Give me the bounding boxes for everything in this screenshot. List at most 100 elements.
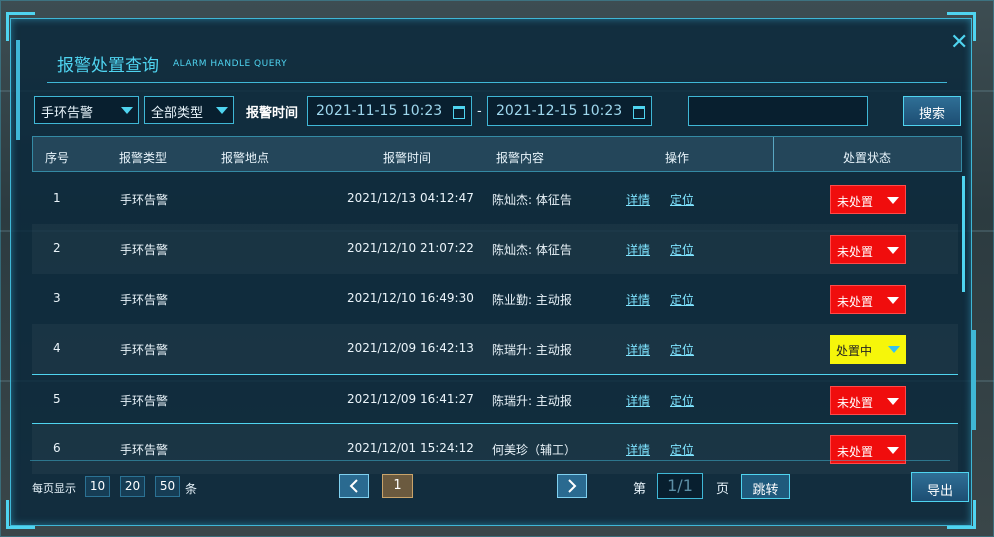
status-value: 未处置 <box>837 295 874 309</box>
alarm-time-label: 报警时间 <box>246 106 299 121</box>
detail-link[interactable]: 详情 <box>626 241 650 258</box>
page-size-50[interactable]: 50 <box>155 476 180 497</box>
cell-index: 5 <box>53 392 61 406</box>
header-content: 报警内容 <box>496 151 545 165</box>
locate-link[interactable]: 定位 <box>670 291 694 308</box>
detail-link[interactable]: 详情 <box>626 392 650 409</box>
status-value: 未处置 <box>837 195 874 209</box>
frame-corner <box>947 500 976 529</box>
detail-link[interactable]: 详情 <box>626 441 650 458</box>
header-actions: 操作 <box>665 151 690 165</box>
dialog-header: 报警处置查询 ALARM HANDLE QUERY <box>47 48 947 83</box>
frame-corner <box>6 500 35 529</box>
table-row[interactable]: 6 手环告警 2021/12/01 15:24:12 何美珍（辅工） 详情 定位… <box>32 424 958 474</box>
cell-index: 6 <box>53 441 61 455</box>
date-separator: - <box>477 104 482 119</box>
locate-link[interactable]: 定位 <box>670 191 694 208</box>
cell-content: 陈瑞升: 主动报 <box>492 394 572 408</box>
cell-time: 2021/12/10 21:07:22 <box>347 241 474 255</box>
chevron-down-icon <box>216 107 228 114</box>
alarm-type-value: 全部类型 <box>151 106 204 121</box>
header-index: 序号 <box>45 151 70 165</box>
table-row[interactable]: 2 手环告警 2021/12/10 21:07:22 陈灿杰: 体征告 详情 定… <box>32 224 958 274</box>
alarm-type-select[interactable]: 全部类型 <box>144 96 234 124</box>
cell-content: 陈灿杰: 体征告 <box>492 193 572 207</box>
page-prefix: 第 <box>633 482 647 497</box>
status-select[interactable]: 未处置 <box>830 235 906 264</box>
cell-time: 2021/12/13 04:12:47 <box>347 191 474 205</box>
cell-index: 2 <box>53 241 61 255</box>
locate-link[interactable]: 定位 <box>670 341 694 358</box>
per-page-unit: 条 <box>185 482 198 496</box>
table-row[interactable]: 4 手环告警 2021/12/09 16:42:13 陈瑞升: 主动报 详情 定… <box>32 324 958 374</box>
close-icon[interactable]: ✕ <box>950 32 968 54</box>
status-value: 处置中 <box>836 344 873 358</box>
status-select[interactable]: 未处置 <box>830 285 906 314</box>
chevron-left-icon <box>349 479 358 493</box>
prev-page-button[interactable] <box>339 474 369 498</box>
status-value: 未处置 <box>837 396 874 410</box>
cell-time: 2021/12/01 15:24:12 <box>347 441 474 455</box>
cell-index: 4 <box>53 341 61 355</box>
table-row[interactable]: 1 手环告警 2021/12/13 04:12:47 陈灿杰: 体征告 详情 定… <box>32 174 958 224</box>
cell-type: 手环告警 <box>120 193 169 207</box>
locate-link[interactable]: 定位 <box>670 392 694 409</box>
cell-content: 陈瑞升: 主动报 <box>492 343 572 357</box>
calendar-icon <box>633 106 645 119</box>
status-select[interactable]: 未处置 <box>830 185 906 214</box>
status-select[interactable]: 未处置 <box>830 386 906 415</box>
chevron-down-icon <box>888 346 900 353</box>
per-page-label: 每页显示 <box>32 482 76 495</box>
header-status: 处置状态 <box>843 151 892 165</box>
table-row[interactable]: 3 手环告警 2021/12/10 16:49:30 陈业勤: 主动报 详情 定… <box>32 274 958 324</box>
device-type-select[interactable]: 手环告警 <box>34 96 139 124</box>
end-time-input[interactable]: 2021-12-15 10:23 <box>487 96 652 126</box>
header-type: 报警类型 <box>119 151 168 165</box>
cell-type: 手环告警 <box>120 243 169 257</box>
cell-type: 手环告警 <box>120 293 169 307</box>
cell-time: 2021/12/09 16:41:27 <box>347 392 474 406</box>
frame-side-bar <box>16 40 20 140</box>
dialog-title: 报警处置查询 <box>57 56 159 76</box>
frame-corner <box>6 12 35 41</box>
detail-link[interactable]: 详情 <box>626 291 650 308</box>
table-row[interactable]: 5 手环告警 2021/12/09 16:41:27 陈瑞升: 主动报 详情 定… <box>32 374 958 424</box>
status-select[interactable]: 处置中 <box>830 335 906 364</box>
current-page-button[interactable]: 1 <box>382 474 413 498</box>
cell-type: 手环告警 <box>120 394 169 408</box>
chevron-down-icon <box>887 247 899 254</box>
cell-index: 1 <box>53 191 61 205</box>
cell-type: 手环告警 <box>120 443 169 457</box>
table-header: 序号 报警类型 报警地点 报警时间 报警内容 操作 处置状态 <box>32 136 962 172</box>
header-time: 报警时间 <box>383 151 432 165</box>
chevron-down-icon <box>887 297 899 304</box>
dialog-subtitle: ALARM HANDLE QUERY <box>173 59 288 69</box>
search-button[interactable]: 搜索 <box>903 96 961 126</box>
detail-link[interactable]: 详情 <box>626 191 650 208</box>
device-type-value: 手环告警 <box>41 106 94 121</box>
detail-link[interactable]: 详情 <box>626 341 650 358</box>
page-size-20[interactable]: 20 <box>120 476 145 497</box>
start-time-value: 2021-11-15 10:23 <box>316 103 443 119</box>
locate-link[interactable]: 定位 <box>670 441 694 458</box>
keyword-input[interactable] <box>688 96 868 126</box>
cell-type: 手环告警 <box>120 343 169 357</box>
cell-content: 陈灿杰: 体征告 <box>492 243 572 257</box>
cell-time: 2021/12/09 16:42:13 <box>347 341 474 355</box>
page-jump-input[interactable]: 1/1 <box>657 473 703 499</box>
start-time-input[interactable]: 2021-11-15 10:23 <box>307 96 472 126</box>
jump-button[interactable]: 跳转 <box>741 474 790 499</box>
page-suffix: 页 <box>716 482 730 497</box>
locate-link[interactable]: 定位 <box>670 241 694 258</box>
status-value: 未处置 <box>837 245 874 259</box>
page-size-10[interactable]: 10 <box>85 476 110 497</box>
table-scrollbar[interactable] <box>962 176 965 292</box>
export-button[interactable]: 导出 <box>911 472 969 502</box>
chevron-right-icon <box>568 479 577 493</box>
cell-content: 何美珍（辅工） <box>492 443 577 457</box>
footer-divider <box>30 460 950 461</box>
header-location: 报警地点 <box>221 151 270 165</box>
calendar-icon <box>453 106 465 119</box>
next-page-button[interactable] <box>557 474 587 498</box>
cell-content: 陈业勤: 主动报 <box>492 293 572 307</box>
